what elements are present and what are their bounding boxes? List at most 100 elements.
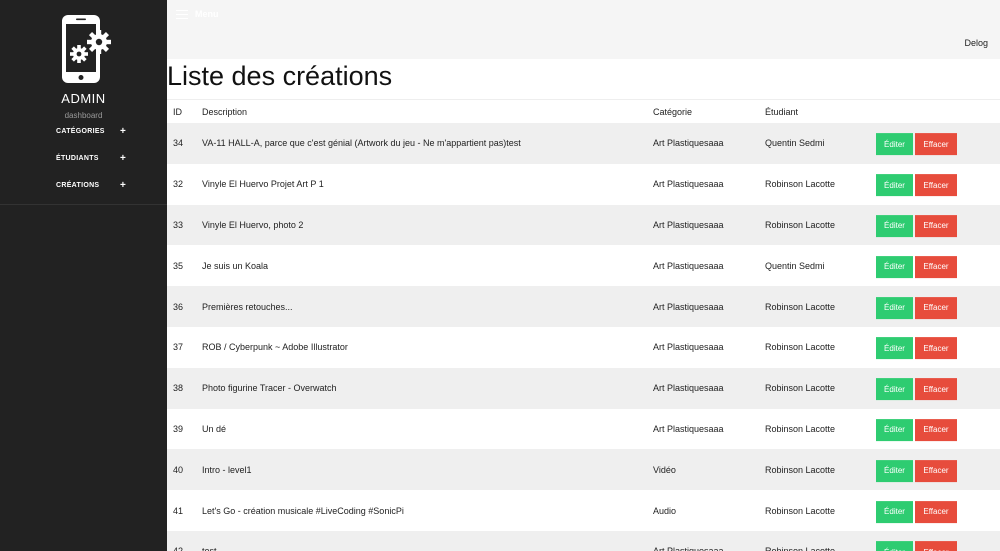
row-actions: ÉditerEffacer xyxy=(876,255,957,278)
row-description: Je suis un Koala xyxy=(202,260,269,271)
delete-button[interactable]: Effacer xyxy=(915,296,957,319)
row-student: Quentin Sedmi xyxy=(765,260,825,271)
row-student: Robinson Lacotte xyxy=(765,464,836,475)
row-id: 37 xyxy=(173,342,184,353)
sidebar-item-label: ÉTUDIANTS xyxy=(56,154,99,162)
edit-button[interactable]: Éditer xyxy=(876,215,913,238)
edit-button[interactable]: Éditer xyxy=(876,133,913,156)
row-id: 34 xyxy=(173,138,184,149)
plus-icon: + xyxy=(120,152,127,164)
row-description: Let's Go - création musicale #LiveCoding… xyxy=(202,505,404,516)
row-actions: ÉditerEffacer xyxy=(876,378,957,401)
row-description: Intro - level1 xyxy=(202,464,252,475)
row-description: test xyxy=(202,546,217,551)
row-category: Art Plastiquesaaa xyxy=(653,383,724,394)
row-id: 42 xyxy=(173,546,183,551)
row-student: Robinson Lacotte xyxy=(765,219,836,230)
row-student: Robinson Lacotte xyxy=(765,546,835,551)
edit-button[interactable]: Éditer xyxy=(876,459,913,482)
delete-button[interactable]: Effacer xyxy=(915,541,957,551)
row-student: Robinson Lacotte xyxy=(765,179,836,190)
row-description: Un dé xyxy=(202,423,227,434)
table-body: 34 VA-11 HALL-A, parce que c'est génial (… xyxy=(167,123,1000,551)
edit-button[interactable]: Éditer xyxy=(876,255,913,278)
row-actions: ÉditerEffacer xyxy=(876,296,957,319)
row-actions: ÉditerEffacer xyxy=(876,133,957,156)
edit-button[interactable]: Éditer xyxy=(876,419,913,442)
header-description: Description xyxy=(202,106,248,117)
sidebar: ADMIN dashboard CATÉGORIES + ÉTUDIANTS +… xyxy=(0,0,167,551)
table-row: 38 Photo figurine Tracer - Overwatch Art P… xyxy=(167,367,1000,409)
delete-button[interactable]: Effacer xyxy=(915,133,957,156)
row-category: Art Plastiquesaaa xyxy=(653,138,724,149)
row-id: 33 xyxy=(173,219,184,230)
sidebar-item-label: CRÉATIONS xyxy=(56,181,100,189)
sidebar-item-students[interactable]: ÉTUDIANTS + xyxy=(0,148,167,168)
sidebar-item-creations[interactable]: CRÉATIONS + xyxy=(0,175,167,195)
table-row: 42 test Art Plastiquesaaa Robinson Lacotte É… xyxy=(167,530,1000,551)
edit-button[interactable]: Éditer xyxy=(876,378,913,401)
delete-button[interactable]: Effacer xyxy=(915,500,957,523)
row-student: Robinson Lacotte xyxy=(765,342,836,353)
sidebar-item-categories[interactable]: CATÉGORIES + xyxy=(0,121,167,141)
row-category: Art Plastiquesaaa xyxy=(653,219,724,230)
header-student: Étudiant xyxy=(765,106,799,117)
row-description: Photo figurine Tracer - Overwatch xyxy=(202,383,337,394)
row-student: Robinson Lacotte xyxy=(765,505,836,516)
row-id: 39 xyxy=(173,423,184,434)
row-category: Art Plastiquesaaa xyxy=(653,342,724,353)
table-row: 35 Je suis un Koala Art Plastiquesaaa Quent… xyxy=(167,245,1000,287)
delete-button[interactable]: Effacer xyxy=(915,337,957,360)
row-id: 35 xyxy=(173,260,184,271)
row-student: Robinson Lacotte xyxy=(765,423,836,434)
edit-button[interactable]: Éditer xyxy=(876,296,913,319)
table-row: 32 Vinyle El Huervo Projet Art P 1 Art Pla… xyxy=(167,163,1000,205)
hamburger-menu-icon[interactable] xyxy=(176,10,188,19)
row-actions: ÉditerEffacer xyxy=(876,541,957,551)
delete-button[interactable]: Effacer xyxy=(915,255,957,278)
plus-icon: + xyxy=(120,179,127,191)
row-category: Vidéo xyxy=(653,464,676,475)
row-id: 36 xyxy=(173,301,184,312)
row-category: Audio xyxy=(653,505,677,516)
row-id: 40 xyxy=(173,464,184,475)
row-actions: ÉditerEffacer xyxy=(876,337,957,360)
row-actions: ÉditerEffacer xyxy=(876,215,957,238)
mobile-settings-logo-icon xyxy=(62,15,111,83)
logout-link[interactable]: Delog xyxy=(964,38,988,48)
edit-button[interactable]: Éditer xyxy=(876,337,913,360)
header-category: Catégorie xyxy=(653,106,693,117)
table-header: ID Description Catégorie Étudiant xyxy=(167,99,1000,123)
menu-toggle[interactable]: Menu xyxy=(195,9,219,19)
header-id: ID xyxy=(173,106,182,117)
row-category: Art Plastiquesaaa xyxy=(653,546,724,551)
row-category: Art Plastiquesaaa xyxy=(653,260,724,271)
row-description: ROB / Cyberpunk ~ Adobe Illustrator xyxy=(202,342,348,353)
page-title: Liste des créations xyxy=(167,61,393,91)
row-description: Vinyle El Huervo Projet Art P 1 xyxy=(202,179,324,190)
edit-button[interactable]: Éditer xyxy=(876,541,913,551)
dashboard-subtitle: dashboard xyxy=(64,111,103,120)
table-row: 40 Intro - level1 Vidéo Robinson Lacotte Édi… xyxy=(167,449,1000,491)
row-id: 38 xyxy=(173,383,184,394)
table-row: 39 Un dé Art Plastiquesaaa Robinson Lacotte… xyxy=(167,408,1000,450)
row-category: Art Plastiquesaaa xyxy=(653,423,724,434)
delete-button[interactable]: Effacer xyxy=(915,378,957,401)
row-description: Premières retouches... xyxy=(202,301,293,312)
delete-button[interactable]: Effacer xyxy=(915,215,957,238)
edit-button[interactable]: Éditer xyxy=(876,174,913,197)
table-row: 33 Vinyle El Huervo, photo 2 Art Plastique… xyxy=(167,204,1000,246)
row-id: 41 xyxy=(173,505,184,516)
delete-button[interactable]: Effacer xyxy=(915,419,957,442)
row-student: Robinson Lacotte xyxy=(765,383,836,394)
row-actions: ÉditerEffacer xyxy=(876,500,957,523)
top-bar: Menu Delog xyxy=(167,0,1000,59)
row-description: VA-11 HALL-A, parce que c'est génial (Ar… xyxy=(202,138,521,149)
row-actions: ÉditerEffacer xyxy=(876,174,957,197)
table-row: 36 Premières retouches... Art Plastiquesaa… xyxy=(167,286,1000,327)
edit-button[interactable]: Éditer xyxy=(876,500,913,523)
delete-button[interactable]: Effacer xyxy=(915,459,957,482)
row-category: Art Plastiquesaaa xyxy=(653,301,724,312)
admin-brand: ADMIN xyxy=(61,91,106,106)
delete-button[interactable]: Effacer xyxy=(915,174,957,197)
